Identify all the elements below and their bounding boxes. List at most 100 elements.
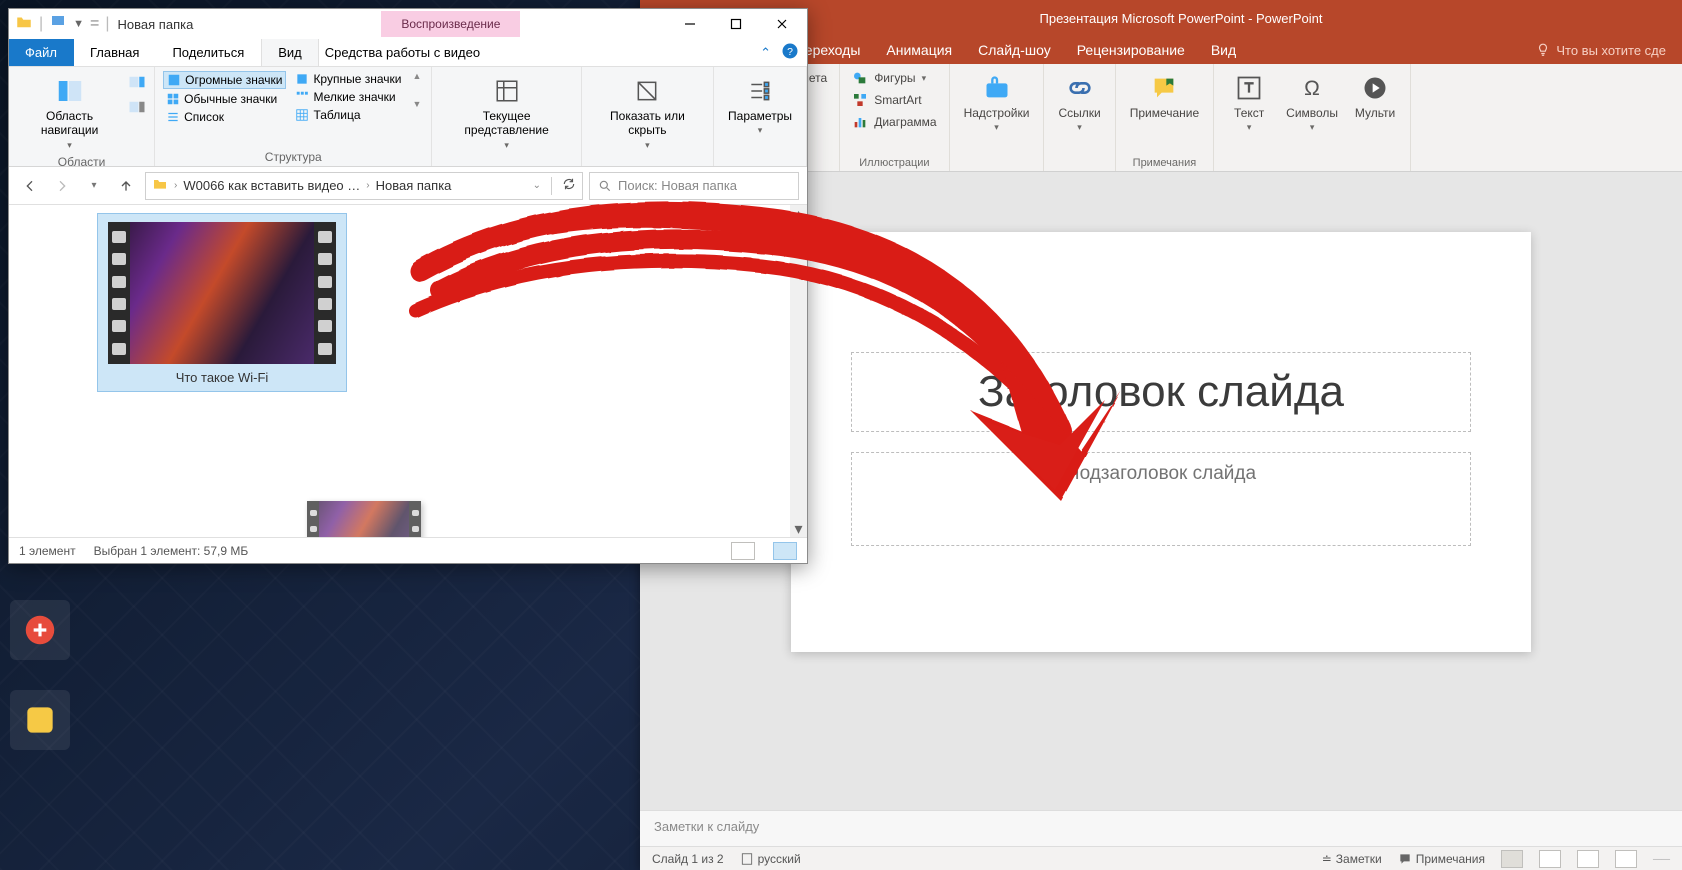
view-small-icons[interactable]: Мелкие значки — [292, 89, 404, 105]
nav-back-button[interactable] — [17, 173, 43, 199]
explorer-window-title: Новая папка — [118, 17, 194, 32]
refresh-button[interactable] — [562, 177, 576, 194]
help-button[interactable]: ? — [781, 42, 799, 63]
ppt-reading-view-button[interactable] — [1577, 850, 1599, 868]
ppt-notes-button[interactable]: ≐ Заметки — [1322, 852, 1382, 866]
file-item-video[interactable]: Что такое Wi-Fi — [97, 213, 347, 392]
addins-icon — [981, 72, 1013, 104]
status-item-count: 1 элемент — [19, 544, 76, 558]
ppt-tab-view[interactable]: Вид — [1209, 38, 1238, 62]
explorer-scrollbar[interactable]: ▴ ▾ — [790, 205, 807, 537]
desktop-icons — [10, 600, 70, 750]
ppt-comments-button[interactable]: Примечания — [1398, 852, 1485, 866]
view-table[interactable]: Таблица — [292, 107, 404, 123]
qat-divider: | — [39, 15, 43, 33]
maximize-button[interactable] — [713, 9, 759, 39]
thumbnails-view-toggle[interactable] — [773, 542, 797, 560]
ppt-group-illustrations: Иллюстрации — [848, 155, 940, 169]
ppt-slide[interactable]: Заголовок слайда Подзаголовок слайда — [791, 232, 1531, 652]
ppt-tab-animations[interactable]: Анимация — [884, 38, 954, 62]
ppt-text-button[interactable]: Текст▾ — [1222, 68, 1276, 137]
desktop-icon[interactable] — [10, 600, 70, 660]
qat-caret[interactable]: ▼ — [73, 18, 84, 30]
scroll-up-button[interactable]: ▴ — [790, 205, 807, 222]
explorer-context-tab[interactable]: Воспроизведение — [381, 11, 520, 37]
ppt-tab-slideshow[interactable]: Слайд-шоу — [976, 38, 1053, 62]
explorer-statusbar: 1 элемент Выбран 1 элемент: 57,9 МБ — [9, 537, 807, 563]
folder-icon — [152, 176, 168, 195]
ppt-smartart-button[interactable]: SmartArt — [848, 90, 940, 110]
file-name-label: Что такое Wi-Fi — [172, 368, 273, 391]
ppt-normal-view-button[interactable] — [1501, 850, 1523, 868]
explorer-share-tab[interactable]: Поделиться — [156, 39, 261, 66]
ppt-links-button[interactable]: Ссылки▾ — [1052, 68, 1106, 137]
details-pane-icon[interactable] — [128, 100, 146, 119]
slide-title-placeholder[interactable]: Заголовок слайда — [851, 352, 1471, 432]
ppt-slide-position: Слайд 1 из 2 — [652, 852, 724, 866]
shapes-icon — [852, 70, 868, 86]
show-hide-button[interactable]: Показать или скрыть▾ — [590, 71, 705, 155]
symbols-icon: Ω — [1296, 72, 1328, 104]
ppt-addins-button[interactable]: Надстройки▾ — [958, 68, 1036, 137]
address-bar[interactable]: › W0066 как вставить видео … › Новая пап… — [145, 172, 583, 200]
explorer-videotools-tab[interactable]: Средства работы с видео — [319, 39, 487, 66]
ppt-sorter-view-button[interactable] — [1539, 850, 1561, 868]
options-icon — [744, 75, 776, 107]
view-normal-icons[interactable]: Обычные значки — [163, 91, 286, 107]
qat-divider: | — [105, 15, 109, 33]
nav-history-button[interactable]: ▾ — [81, 173, 107, 199]
ppt-tab-review[interactable]: Рецензирование — [1075, 38, 1187, 62]
breadcrumb-1[interactable]: W0066 как вставить видео … — [183, 178, 360, 193]
explorer-file-tab[interactable]: Файл — [9, 39, 74, 66]
current-view-button[interactable]: Текущее представление▾ — [440, 71, 572, 155]
explorer-group-layout: Структура — [163, 150, 423, 164]
breadcrumb-2[interactable]: Новая папка — [376, 178, 452, 193]
links-icon — [1064, 72, 1096, 104]
ppt-notes-pane[interactable]: Заметки к слайду — [640, 810, 1682, 846]
ppt-shapes-button[interactable]: Фигуры▾ — [848, 68, 940, 88]
view-huge-icons[interactable]: Огромные значки — [163, 71, 286, 89]
chart-icon — [852, 114, 868, 130]
explorer-view-tab[interactable]: Вид — [261, 39, 319, 66]
nav-forward-button[interactable] — [49, 173, 75, 199]
scroll-down-button[interactable]: ▾ — [790, 520, 807, 537]
search-input[interactable]: Поиск: Новая папка — [589, 172, 799, 200]
nav-up-button[interactable] — [113, 173, 139, 199]
preview-pane-icon[interactable] — [128, 75, 146, 94]
ppt-window-title: Презентация Microsoft PowerPoint - Power… — [680, 11, 1682, 26]
qat-dropdown[interactable] — [49, 13, 67, 36]
explorer-home-tab[interactable]: Главная — [74, 39, 156, 66]
layout-scroll-up[interactable]: ▲ — [412, 71, 421, 81]
explorer-titlebar[interactable]: | ▼ = | Новая папка Воспроизведение — [9, 9, 807, 39]
view-list[interactable]: Список — [163, 109, 286, 125]
nav-pane-icon — [54, 75, 86, 107]
ppt-statusbar: Слайд 1 из 2 русский ≐ Заметки Примечани… — [640, 846, 1682, 870]
explorer-file-list[interactable]: Что такое Wi-Fi ▴ ▾ — [9, 205, 807, 537]
ppt-comment-button[interactable]: Примечание — [1124, 68, 1205, 124]
drag-ghost — [307, 501, 421, 537]
slide-subtitle-placeholder[interactable]: Подзаголовок слайда — [851, 452, 1471, 546]
ppt-slideshow-view-button[interactable] — [1615, 850, 1637, 868]
ppt-language[interactable]: русский — [740, 852, 801, 866]
zoom-divider: ── — [1653, 852, 1670, 866]
current-view-icon — [491, 75, 523, 107]
options-button[interactable]: Параметры▾ — [722, 71, 798, 140]
view-large-icons[interactable]: Крупные значки — [292, 71, 404, 87]
nav-pane-button[interactable]: Область навигации▾ — [17, 71, 122, 155]
details-view-toggle[interactable] — [731, 542, 755, 560]
ppt-media-button[interactable]: Мульти — [1348, 68, 1402, 124]
layout-scroll-down[interactable]: ▼ — [412, 99, 421, 109]
svg-text:?: ? — [787, 46, 793, 58]
ppt-symbols-button[interactable]: ΩСимволы▾ — [1280, 68, 1344, 137]
ppt-chart-button[interactable]: Диаграмма — [848, 112, 940, 132]
media-icon — [1359, 72, 1391, 104]
explorer-address-row: ▾ › W0066 как вставить видео … › Новая п… — [9, 167, 807, 205]
explorer-tabs: Файл Главная Поделиться Вид Средства раб… — [9, 39, 807, 67]
close-button[interactable] — [759, 9, 805, 39]
minimize-button[interactable] — [667, 9, 713, 39]
address-dropdown[interactable]: ⌄ — [533, 180, 541, 191]
ppt-tellme[interactable]: Что вы хотите сде — [1536, 43, 1666, 58]
search-icon — [598, 179, 612, 193]
ribbon-collapse-button[interactable]: ⌃ — [760, 45, 771, 61]
desktop-icon[interactable] — [10, 690, 70, 750]
